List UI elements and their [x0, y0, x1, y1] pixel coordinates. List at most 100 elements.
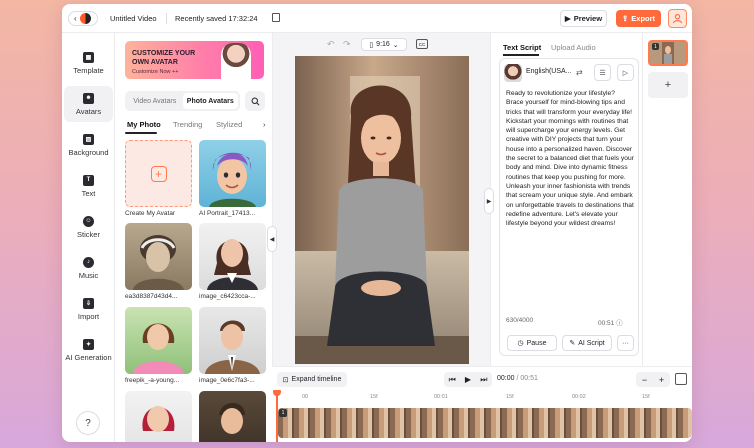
voice-selector: English(USA... ⇄ ☰ ▷ [504, 64, 636, 82]
sliders-icon: ☰ [599, 69, 606, 77]
undo-icon[interactable]: ↶ [327, 39, 335, 50]
play-icon: ▶ [564, 14, 571, 23]
info-icon[interactable]: ⓘ [616, 320, 623, 327]
skip-forward-icon[interactable]: ⏭ [480, 375, 487, 385]
ruler-tick: 00 [302, 394, 309, 400]
avatar-card[interactable] [199, 391, 266, 442]
project-title[interactable]: Untitled Video [110, 14, 157, 23]
expand-timeline-label: Expand timeline [291, 376, 342, 383]
tab-video-avatars[interactable]: Video Avatars [127, 93, 183, 109]
banner-cta[interactable]: Customize Now ++ [132, 69, 178, 75]
zoom-out-icon[interactable]: − [642, 375, 647, 385]
chevron-right-icon[interactable]: › [263, 120, 266, 129]
preview-button[interactable]: ▶ Preview [560, 10, 607, 27]
voice-name[interactable]: English(USA... [526, 68, 572, 75]
zoom-in-icon[interactable]: + [659, 375, 664, 385]
canvas-area: ↶ ↷ ▯ 9:16 ⌄ CC [272, 33, 490, 366]
scene-thumbnail[interactable]: 1 [648, 40, 688, 66]
nav-label: Import [77, 311, 100, 321]
nav-avatars[interactable]: ☻ Avatars [64, 86, 113, 122]
playback-controls: ⏮ ▶ ⏭ [444, 372, 492, 387]
search-icon [251, 97, 259, 105]
text-icon: T [83, 174, 94, 186]
nav-import[interactable]: ⇩ Import [64, 291, 113, 327]
active-filter-underline [125, 132, 157, 134]
save-icon[interactable] [272, 13, 280, 22]
pause-button[interactable]: ◷ Pause [507, 335, 557, 351]
script-panel: Text Script Upload Audio English(USA... … [490, 33, 642, 366]
app-window: ‹ Untitled Video Recently saved 17:32:24… [62, 4, 692, 442]
script-editor: English(USA... ⇄ ☰ ▷ Ready to revolution… [499, 58, 639, 356]
avatar-card[interactable] [199, 223, 266, 290]
user-avatar-button[interactable] [668, 9, 687, 28]
fit-timeline-button[interactable] [675, 373, 687, 385]
subtitles-button[interactable]: CC [416, 39, 428, 49]
total-time: / 00:51 [516, 375, 538, 382]
filter-trending[interactable]: Trending [173, 120, 202, 129]
ruler-tick: 00:02 [572, 394, 586, 400]
ai-script-button[interactable]: ✎ AI Script [562, 335, 612, 351]
back-button[interactable]: ‹ [68, 11, 98, 26]
swap-voice-icon[interactable]: ⇄ [576, 68, 583, 77]
tab-photo-avatars[interactable]: Photo Avatars [182, 93, 238, 109]
banner-title: CUSTOMIZE YOUR OWN AVATAR [132, 50, 196, 66]
play-icon[interactable]: ▶ [465, 375, 471, 384]
avatar-card[interactable] [199, 140, 266, 207]
aspect-ratio-select[interactable]: ▯ 9:16 ⌄ [361, 38, 407, 51]
playhead[interactable] [273, 390, 281, 442]
play-voice-button[interactable]: ▷ [617, 64, 634, 81]
ruler-tick: 15f [642, 394, 650, 400]
filter-stylized[interactable]: Stylized [216, 120, 242, 129]
nav-background[interactable]: ▨ Background [64, 127, 113, 163]
ruler-tick: 15f [370, 394, 378, 400]
export-button[interactable]: ⇪ Export [616, 10, 661, 27]
tab-text-script[interactable]: Text Script [503, 43, 541, 52]
nav-label: Music [78, 270, 99, 280]
left-nav: ▦ Template ☻ Avatars ▨ Background T Text… [62, 33, 115, 442]
redo-icon[interactable]: ↷ [343, 39, 351, 50]
avatar-card[interactable] [125, 391, 192, 442]
expand-timeline-button[interactable]: ⊡ Expand timeline [277, 372, 347, 387]
nav-text[interactable]: T Text [64, 168, 113, 204]
nav-template[interactable]: ▦ Template [64, 45, 113, 81]
avatar-card-label: image_0e6c7fa3-... [199, 377, 255, 384]
nav-sticker[interactable]: ☺ Sticker [64, 209, 113, 245]
voice-settings-button[interactable]: ☰ [594, 64, 611, 81]
avatar-card-label: image_c6423cca-... [199, 293, 256, 300]
user-icon [672, 14, 683, 24]
nav-label: Template [73, 65, 104, 75]
nav-label: Sticker [77, 229, 100, 239]
video-preview[interactable] [295, 56, 469, 364]
zoom-controls: − + [636, 372, 670, 387]
more-options-button[interactable]: ··· [617, 335, 634, 351]
nav-ai-generation[interactable]: ✦ AI Generation [64, 332, 113, 368]
avatar-type-switch: Video Avatars Photo Avatars [125, 91, 240, 111]
filter-my-photo[interactable]: My Photo [127, 120, 161, 129]
avatar-card[interactable] [125, 307, 192, 374]
skip-back-icon[interactable]: ⏮ [449, 375, 456, 385]
nav-music[interactable]: ♪ Music [64, 250, 113, 286]
phone-icon: ▯ [369, 41, 374, 49]
expand-icon: ⊡ [282, 376, 289, 384]
ruler-tick: 00:01 [434, 394, 448, 400]
tab-upload-audio[interactable]: Upload Audio [551, 43, 596, 52]
export-label: Export [631, 14, 656, 23]
video-track-clip[interactable]: 1 [278, 408, 692, 438]
add-scene-button[interactable]: + [648, 72, 688, 98]
playback-time: 00:00 / 00:51 [497, 375, 538, 382]
chevron-left-icon: ‹ [74, 14, 77, 23]
search-button[interactable] [245, 91, 265, 111]
script-duration: 00:51 ⓘ [598, 317, 623, 327]
timeline: ⊡ Expand timeline ⏮ ▶ ⏭ 00:00 / 00:51 − … [272, 366, 692, 442]
avatar-card[interactable] [199, 307, 266, 374]
avatar-video-frame [295, 56, 469, 364]
avatar-card[interactable] [125, 223, 192, 290]
collapse-script-button[interactable]: ▶ [484, 188, 494, 214]
collapse-panel-button[interactable]: ◀ [267, 226, 277, 252]
help-button[interactable]: ? [76, 411, 100, 435]
create-avatar-card[interactable]: + [125, 140, 192, 207]
customize-avatar-banner[interactable]: CUSTOMIZE YOUR OWN AVATAR Customize Now … [125, 41, 264, 79]
script-textarea[interactable]: Ready to revolutionize your lifestyle? B… [506, 89, 634, 228]
app-logo [79, 13, 91, 24]
chevron-down-icon: ⌄ [392, 41, 399, 49]
